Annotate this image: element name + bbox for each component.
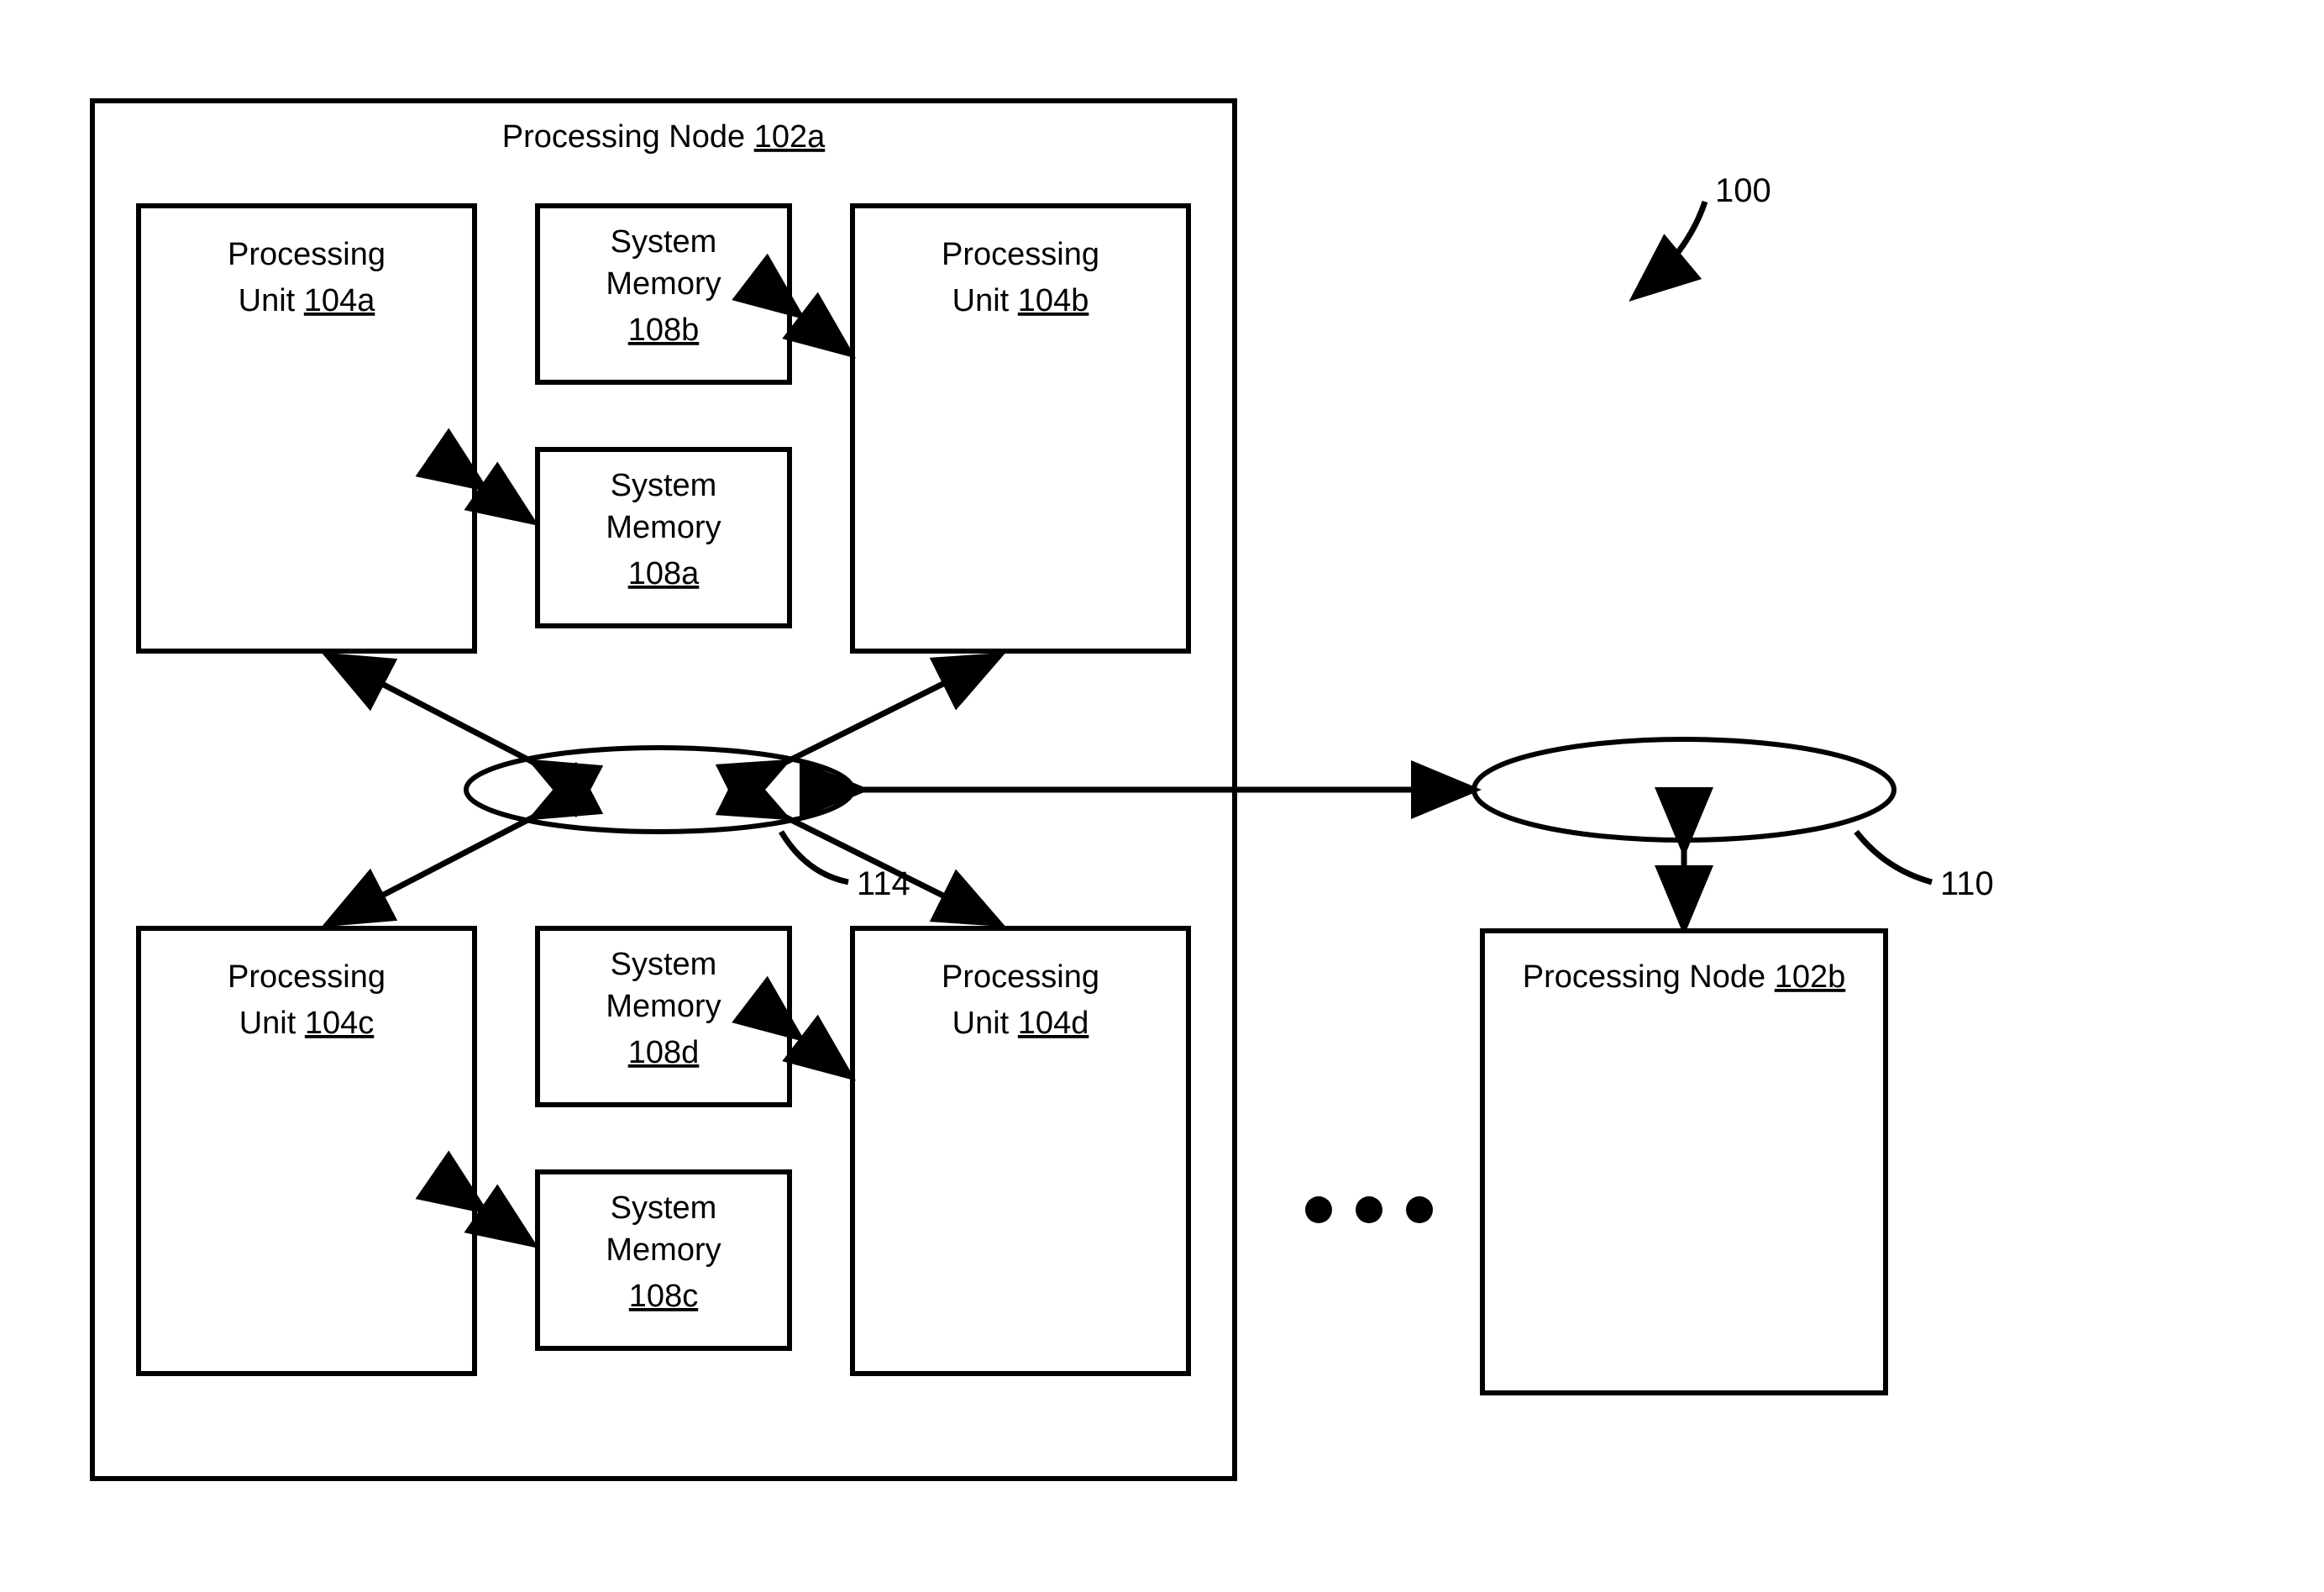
unit-104a-l1: Processing <box>228 237 386 272</box>
unit-104d-l2: Unit 104d <box>952 1006 1089 1041</box>
label-110: 110 <box>1940 865 1994 902</box>
mem-108a-id: 108a <box>628 556 700 591</box>
unit-104c-l1: Processing <box>228 959 386 995</box>
unit-104b-l2: Unit 104b <box>952 283 1089 318</box>
ellipsis-icon <box>1305 1196 1433 1223</box>
mem-108a-l1: System <box>611 468 717 503</box>
diagram-svg: Processing Node 102a Processing Unit 104… <box>0 0 2324 1592</box>
mem-108c-l1: System <box>611 1190 717 1226</box>
node-102a-label: Processing Node 102a <box>502 119 826 155</box>
leader-100 <box>1638 202 1705 294</box>
mem-108c-id: 108c <box>629 1279 698 1314</box>
unit-104b-l1: Processing <box>942 237 1099 272</box>
unit-104a-box <box>139 206 475 651</box>
mem-108d-l2: Memory <box>606 989 721 1024</box>
unit-104d-l1: Processing <box>942 959 1099 995</box>
ellipse-110 <box>1474 739 1894 840</box>
mem-108b-l1: System <box>611 224 717 260</box>
mem-108b-id: 108b <box>628 313 700 348</box>
label-114: 114 <box>857 865 910 902</box>
unit-104b-box <box>852 206 1188 651</box>
label-100: 100 <box>1715 172 1771 209</box>
unit-104a-l2: Unit 104a <box>239 283 376 318</box>
mem-108b-l2: Memory <box>606 266 721 302</box>
unit-104c-box <box>139 928 475 1374</box>
unit-104c-l2: Unit 104c <box>239 1006 375 1041</box>
mem-108d-l1: System <box>611 947 717 982</box>
mem-108d-id: 108d <box>628 1035 700 1070</box>
mem-108a-l2: Memory <box>606 510 721 545</box>
node-102b-box <box>1482 931 1886 1393</box>
unit-104d-box <box>852 928 1188 1374</box>
leader-110 <box>1856 832 1932 882</box>
mem-108c-l2: Memory <box>606 1232 721 1268</box>
node-102b-label: Processing Node 102b <box>1523 959 1845 995</box>
